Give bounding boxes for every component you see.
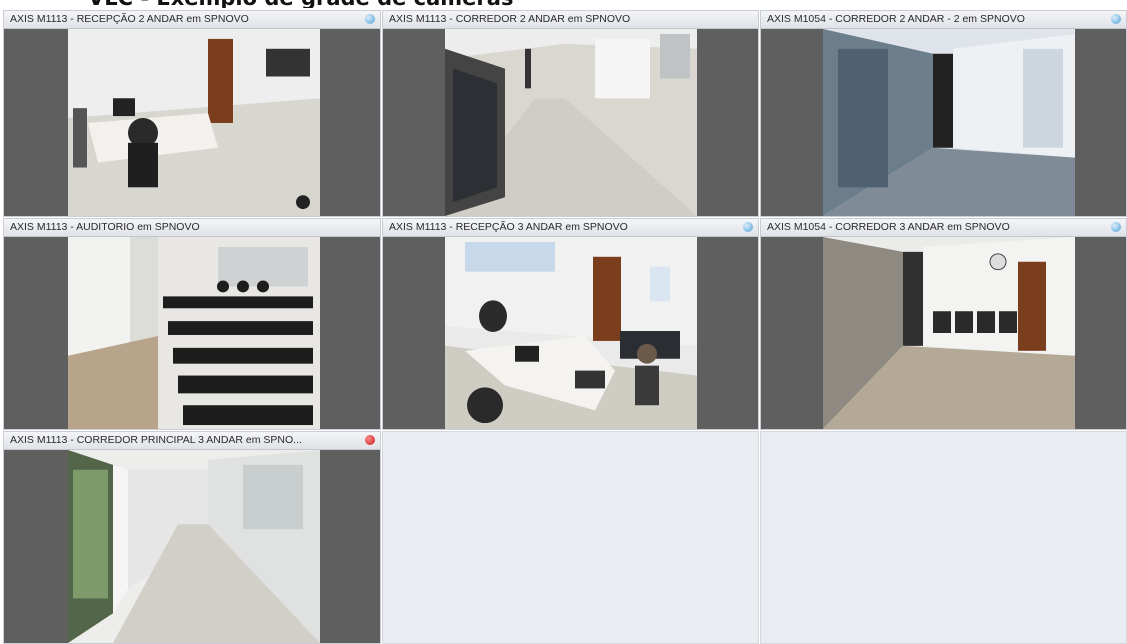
camera-video-feed[interactable] xyxy=(445,29,697,216)
camera-tile-2[interactable]: AXIS M1113 - CORREDOR 2 ANDAR em SPNOVO xyxy=(382,10,759,217)
online-status-icon xyxy=(1111,222,1121,232)
camera-title: AXIS M1113 - CORREDOR PRINCIPAL 3 ANDAR … xyxy=(10,434,302,446)
online-status-icon xyxy=(743,222,753,232)
error-status-icon xyxy=(365,435,375,445)
empty-tile-2[interactable] xyxy=(760,431,1127,644)
camera-title: AXIS M1054 - CORREDOR 3 ANDAR em SPNOVO xyxy=(767,221,1010,233)
camera-grid: AXIS M1113 - RECEPÇÃO 2 ANDAR em SPNOVO … xyxy=(3,10,1127,644)
camera-tile-titlebar[interactable]: AXIS M1113 - AUDITORIO em SPNOVO xyxy=(4,219,380,237)
camera-video-feed[interactable] xyxy=(823,29,1075,216)
camera-tile-1[interactable]: AXIS M1113 - RECEPÇÃO 2 ANDAR em SPNOVO xyxy=(3,10,381,217)
page-title: VLC - Exemplo de grade de câmeras xyxy=(88,0,513,8)
camera-tile-titlebar[interactable]: AXIS M1054 - CORREDOR 2 ANDAR - 2 em SPN… xyxy=(761,11,1126,29)
camera-video-feed[interactable] xyxy=(445,237,697,429)
camera-title: AXIS M1113 - RECEPÇÃO 3 ANDAR em SPNOVO xyxy=(389,221,628,233)
camera-video-feed[interactable] xyxy=(68,450,320,643)
camera-video-feed[interactable] xyxy=(68,237,320,429)
camera-tile-7[interactable]: AXIS M1113 - CORREDOR PRINCIPAL 3 ANDAR … xyxy=(3,431,381,644)
camera-video-feed[interactable] xyxy=(823,237,1075,429)
camera-title: AXIS M1113 - CORREDOR 2 ANDAR em SPNOVO xyxy=(389,13,631,25)
camera-tile-titlebar[interactable]: AXIS M1113 - RECEPÇÃO 2 ANDAR em SPNOVO xyxy=(4,11,380,29)
online-status-icon xyxy=(365,14,375,24)
camera-tile-titlebar[interactable]: AXIS M1113 - RECEPÇÃO 3 ANDAR em SPNOVO xyxy=(383,219,758,237)
camera-tile-5[interactable]: AXIS M1113 - RECEPÇÃO 3 ANDAR em SPNOVO xyxy=(382,218,759,430)
camera-title: AXIS M1113 - RECEPÇÃO 2 ANDAR em SPNOVO xyxy=(10,13,249,25)
camera-tile-titlebar[interactable]: AXIS M1113 - CORREDOR 2 ANDAR em SPNOVO xyxy=(383,11,758,29)
camera-tile-6[interactable]: AXIS M1054 - CORREDOR 3 ANDAR em SPNOVO xyxy=(760,218,1127,430)
camera-tile-titlebar[interactable]: AXIS M1054 - CORREDOR 3 ANDAR em SPNOVO xyxy=(761,219,1126,237)
camera-tile-4[interactable]: AXIS M1113 - AUDITORIO em SPNOVO xyxy=(3,218,381,430)
camera-tile-titlebar[interactable]: AXIS M1113 - CORREDOR PRINCIPAL 3 ANDAR … xyxy=(4,432,380,450)
online-status-icon xyxy=(1111,14,1121,24)
camera-title: AXIS M1113 - AUDITORIO em SPNOVO xyxy=(10,221,200,233)
camera-tile-3[interactable]: AXIS M1054 - CORREDOR 2 ANDAR - 2 em SPN… xyxy=(760,10,1127,217)
camera-video-feed[interactable] xyxy=(68,29,320,216)
empty-tile-1[interactable] xyxy=(382,431,759,644)
camera-title: AXIS M1054 - CORREDOR 2 ANDAR - 2 em SPN… xyxy=(767,13,1025,25)
